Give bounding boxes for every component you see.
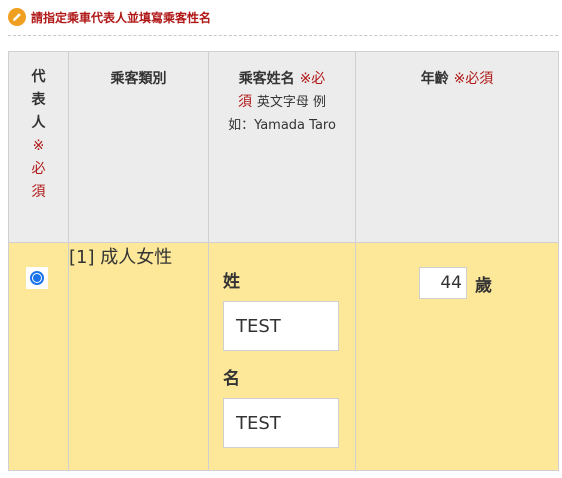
passenger-type-cell: [1] 成人女性 [68,242,209,471]
given-name-label: 名 [223,369,240,389]
required-mark: 須 [31,184,46,200]
header-char: 表 [31,92,46,108]
given-name-input[interactable]: TEST [223,398,339,448]
age-value: 44 [440,273,462,293]
representative-cell [8,242,69,471]
name-hint-example: 如：Yamada Taro [228,118,336,133]
name-hint: 英文字母 例 [256,95,326,110]
table-row: [1] 成人女性 姓 TEST 名 TEST 44 歲 [8,242,559,471]
header-char: 代 [31,69,46,85]
passenger-type: [1] 成人女性 [69,247,173,268]
age-cell: 44 歲 [355,242,559,471]
header-passenger-type: 乘客類別 [68,51,209,243]
header-passenger-type-label: 乘客類別 [110,71,167,87]
divider [8,35,558,36]
required-mark: ※必須 [453,71,494,87]
representative-radio[interactable] [26,267,48,289]
radio-circle [30,271,44,285]
section-header: 請指定乘車代表人並填寫乘客性名 [8,6,211,28]
section-title: 請指定乘車代表人並填寫乘客性名 [31,10,212,25]
given-name-value: TEST [236,412,281,434]
pencil-icon [8,8,26,26]
required-mark: 須 [237,94,252,110]
surname-input[interactable]: TEST [223,301,339,351]
table-header-row: 代 表 人 ※ 必 須 乘客類別 乘客姓名 ※必 須 英文字母 例 如：Yama… [8,51,559,243]
surname-value: TEST [236,315,281,337]
required-mark: ※ [32,138,45,154]
header-representative: 代 表 人 ※ 必 須 [8,51,69,243]
passenger-table: 代 表 人 ※ 必 須 乘客類別 乘客姓名 ※必 須 英文字母 例 如：Yama… [8,51,559,471]
required-mark: ※必 [299,71,326,87]
surname-label: 姓 [223,272,240,292]
passenger-name-cell: 姓 TEST 名 TEST [208,242,356,471]
header-age: 年齡 ※必須 [355,51,559,243]
header-char: 人 [31,115,46,131]
radio-selected-dot [33,274,41,282]
header-name-label: 乘客姓名 [238,71,295,87]
age-unit: 歲 [475,275,492,296]
age-input[interactable]: 44 [419,267,467,299]
header-age-label: 年齡 [420,71,449,87]
header-passenger-name: 乘客姓名 ※必 須 英文字母 例 如：Yamada Taro [208,51,356,243]
required-mark: 必 [31,161,46,177]
